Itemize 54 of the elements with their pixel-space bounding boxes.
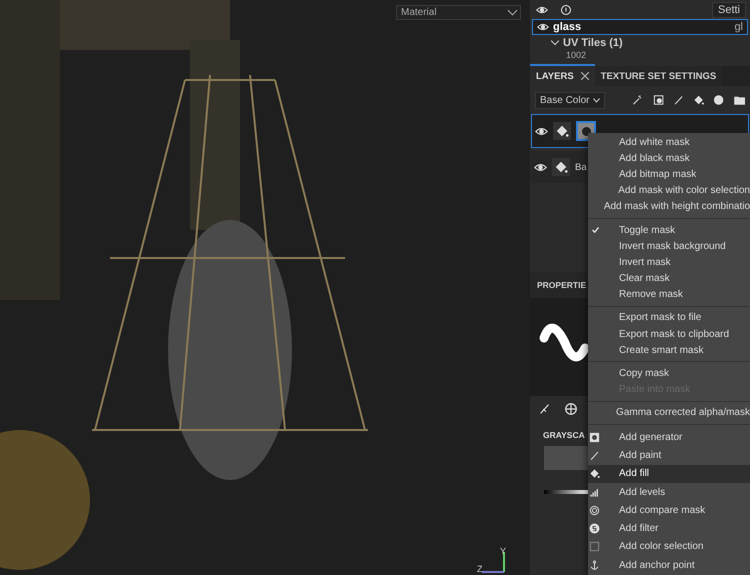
info-icon[interactable] [560,4,572,16]
menu-item[interactable]: Invert mask [588,254,750,270]
anchor-icon [589,560,600,571]
menu-item[interactable]: Add mask with color selection [588,182,750,199]
properties-title: PROPERTIE [537,280,586,290]
brush-icon [589,450,600,461]
menu-item[interactable]: Add mask with height combinatio [588,198,750,215]
menu-item[interactable]: Invert mask background [588,238,750,254]
menu-item[interactable]: Add compare mask [588,501,750,520]
bar-chart-icon [589,486,600,498]
mask-icon[interactable] [652,93,664,107]
menu-item[interactable]: Add fill [588,464,750,483]
menu-item[interactable]: Add paint [588,446,750,465]
texture-set-item[interactable]: glass gl [532,19,748,35]
axis-label: Z [477,564,482,574]
fill-bucket-icon[interactable] [554,160,568,174]
settings-button[interactable]: Setti [712,2,746,18]
brush-icon[interactable] [538,402,552,416]
menu-item[interactable]: Add color selection [588,538,750,556]
fill-bucket-icon[interactable] [555,124,569,138]
menu-item[interactable]: Export mask to file [588,310,750,326]
menu-item[interactable]: Copy mask [588,365,750,382]
menu-item[interactable]: Add generator [588,428,750,446]
menu-item[interactable]: Clear mask [588,270,750,287]
chevron-icon [593,98,600,102]
menu-item[interactable]: Add black mask [588,150,750,166]
menu-item[interactable]: Add bitmap mask [588,166,750,183]
gradient-bar [544,490,589,494]
material-dropdown[interactable]: Material [396,5,521,20]
menu-item[interactable]: Remove mask [588,286,750,303]
close-icon[interactable] [580,72,589,80]
magic-wand-icon[interactable] [632,93,644,107]
axis-label: Y [500,546,506,556]
grid-sphere-icon[interactable] [564,402,578,416]
fill-bucket-icon[interactable] [693,93,704,107]
empty-square-icon [589,541,600,552]
menu-item[interactable]: Add anchor point [588,556,750,574]
fill-bucket-icon [589,468,600,480]
section-title: GRAYSCA [543,430,585,440]
menu-item[interactable]: Add filter [588,519,750,538]
brush-icon[interactable] [672,93,684,107]
menu-item[interactable]: Export mask to clipboard [588,326,750,342]
menu-item[interactable]: Add white mask [588,134,750,150]
menu-item[interactable]: Gamma corrected alpha/mask [588,404,750,421]
menu-item[interactable]: Create smart mask [588,342,750,358]
eye-icon[interactable] [537,21,549,33]
menu-item[interactable]: Add levels [588,482,750,502]
uv-tile-item[interactable]: 1002 [530,50,750,61]
layer-name: Ba [575,162,587,172]
uv-tiles-group[interactable]: UV Tiles (1) [530,35,750,50]
menu-item[interactable]: Toggle mask [588,222,750,238]
channel-dropdown[interactable]: Base Color [535,92,606,108]
tab[interactable]: LAYERS [530,64,595,86]
tab[interactable]: TEXTURE SET SETTINGS [594,66,722,86]
